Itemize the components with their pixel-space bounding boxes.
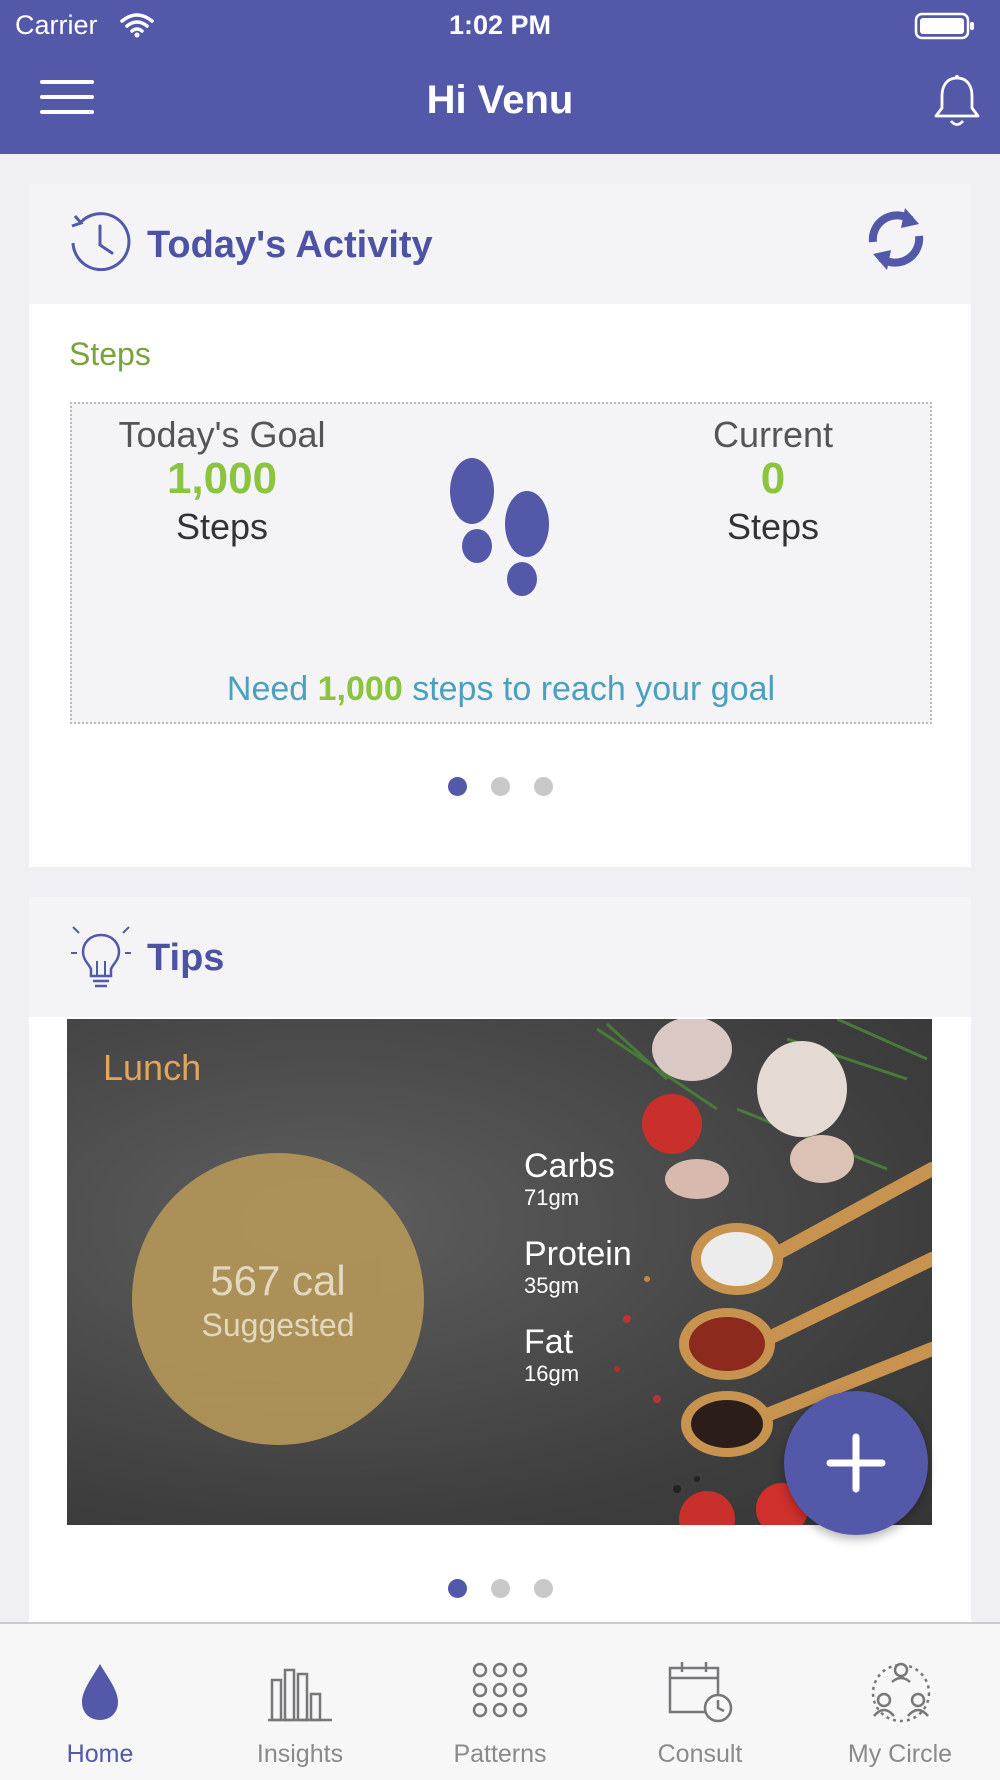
page-dot[interactable] <box>533 1579 553 1598</box>
need-value: 1,000 <box>317 670 403 708</box>
tab-label: Patterns <box>453 1740 547 1768</box>
tab-insights[interactable]: Insights <box>200 1624 400 1780</box>
bar-chart-icon <box>268 1668 332 1722</box>
tab-label: Consult <box>657 1740 743 1768</box>
activity-card: Today's Activity Steps Today's Goal 1,00… <box>29 184 971 867</box>
plus-icon <box>826 1433 886 1493</box>
steps-summary: Today's Goal 1,000 Steps Current 0 Steps… <box>70 402 932 724</box>
status-bar: Carrier 1:02 PM <box>0 8 1000 42</box>
calorie-badge: 567 cal Suggested <box>132 1153 424 1445</box>
tips-page-indicator[interactable] <box>29 1579 971 1603</box>
goal-label: Today's Goal <box>118 414 326 455</box>
tab-label: My Circle <box>847 1740 953 1768</box>
macro-item: Protein 35gm <box>524 1235 632 1299</box>
page-title: Hi Venu <box>426 78 574 122</box>
tips-title: Tips <box>147 937 225 979</box>
macro-value: 16gm <box>524 1361 580 1386</box>
page-dot[interactable] <box>447 1579 467 1598</box>
page-dot[interactable] <box>447 777 467 796</box>
macro-value: 71gm <box>524 1185 580 1210</box>
steps-section-label: Steps <box>69 336 151 372</box>
page-dot[interactable] <box>490 777 510 796</box>
refresh-icon[interactable] <box>861 198 931 280</box>
goal-column: Today's Goal 1,000 Steps <box>72 414 372 548</box>
macro-name: Protein <box>524 1235 632 1273</box>
footprints-icon <box>450 458 549 596</box>
status-time: 1:02 PM <box>448 10 552 40</box>
clock-history-icon <box>71 212 131 272</box>
macro-name: Fat <box>524 1323 574 1361</box>
macro-name: Carbs <box>524 1147 615 1185</box>
tab-patterns[interactable]: Patterns <box>400 1624 600 1780</box>
calorie-sub-label: Suggested <box>201 1307 355 1343</box>
activity-page-indicator[interactable] <box>29 777 971 801</box>
tab-home[interactable]: Home <box>0 1624 200 1780</box>
dots-grid-icon <box>472 1662 528 1718</box>
macro-item: Carbs 71gm <box>524 1147 632 1211</box>
drop-icon <box>82 1664 118 1720</box>
meal-label: Lunch <box>103 1047 202 1088</box>
app-header: Carrier 1:02 PM Hi Venu <box>0 0 1000 154</box>
people-circle-icon <box>871 1662 931 1723</box>
macro-item: Fat 16gm <box>524 1323 632 1387</box>
goal-value: 1,000 <box>166 454 278 503</box>
need-prefix: Need <box>226 670 309 708</box>
current-label: Current <box>712 414 834 455</box>
current-unit: Steps <box>726 506 820 547</box>
battery-icon <box>914 12 974 40</box>
nav-bar: Hi Venu <box>0 58 1000 148</box>
calorie-value: 567 cal <box>210 1257 346 1304</box>
macro-value: 35gm <box>524 1273 580 1298</box>
need-suffix: steps to reach your goal <box>412 670 776 708</box>
current-value: 0 <box>760 454 786 503</box>
add-button[interactable] <box>784 1391 928 1535</box>
page-dot[interactable] <box>533 777 553 796</box>
need-steps-message: Need 1,000 steps to reach your goal <box>72 670 930 709</box>
activity-card-header: Today's Activity <box>29 184 971 304</box>
macro-list: Carbs 71gm Protein 35gm Fat 16gm <box>524 1147 632 1411</box>
tab-label: Home <box>66 1740 134 1768</box>
current-column: Current 0 Steps <box>623 414 923 548</box>
tab-my-circle[interactable]: My Circle <box>800 1624 1000 1780</box>
tips-card-header: Tips <box>29 897 971 1017</box>
goal-unit: Steps <box>175 506 269 547</box>
calendar-clock-icon <box>668 1662 733 1723</box>
tab-bar: Home Insights Patterns Consult My Circle <box>0 1622 1000 1780</box>
activity-title: Today's Activity <box>147 224 433 266</box>
bell-icon[interactable] <box>932 74 982 130</box>
lightbulb-icon <box>71 926 131 988</box>
tab-consult[interactable]: Consult <box>600 1624 800 1780</box>
page-dot[interactable] <box>490 1579 510 1598</box>
tab-label: Insights <box>256 1740 344 1768</box>
